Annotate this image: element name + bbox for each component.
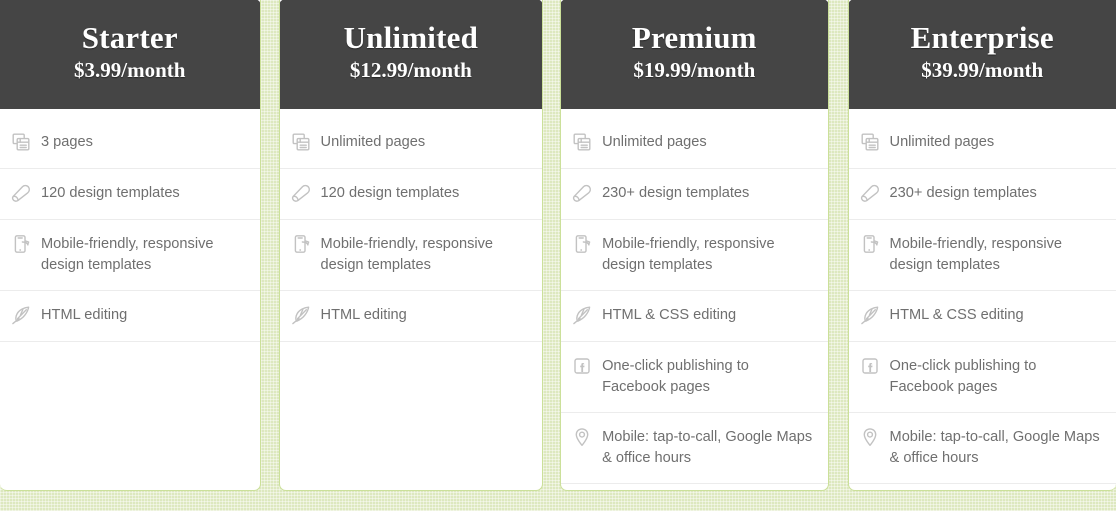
feature-row: Mobile-friendly, responsive design templ… [279, 220, 543, 291]
feature-row: One-click publishing to Facebook pages [561, 342, 828, 413]
plan-card: Enterprise $39.99/month Unlimited pages 230… [847, 0, 1116, 491]
mobile-responsive-icon [570, 232, 594, 256]
feature-label: Mobile-friendly, responsive design templ… [320, 236, 494, 273]
pricing-table: Starter $3.99/month 3 pages 120 design temp… [0, 0, 1116, 511]
feature-row: Mobile: tap-to-call, Google Maps & offic… [561, 413, 828, 484]
feature-row: 120 design templates [279, 169, 543, 220]
plan-feature-list: Unlimited pages 230+ design templates Mobi… [848, 109, 1116, 490]
feature-row: HTML & CSS editing [848, 291, 1116, 342]
plan-header: Starter $3.99/month [0, 0, 260, 109]
plan-header: Premium $19.99/month [561, 0, 828, 109]
plan-feature-list: Unlimited pages 120 design templates Mobil… [279, 109, 543, 490]
plan-card: Premium $19.99/month Unlimited pages 230+ d… [560, 0, 829, 491]
feature-row: HTML editing [279, 291, 543, 342]
pages-icon [289, 130, 313, 154]
facebook-icon [570, 354, 594, 378]
mobile-responsive-icon [9, 232, 33, 256]
pages-icon [570, 130, 594, 154]
feature-label: Mobile-friendly, responsive design templ… [889, 236, 1063, 273]
feature-label: Mobile-friendly, responsive design templ… [602, 236, 775, 273]
feature-label: HTML & CSS editing [602, 307, 737, 323]
quill-icon [570, 303, 594, 327]
plan-name: Starter [81, 20, 178, 56]
plan-price: $39.99/month [921, 57, 1044, 82]
feature-label: Mobile: tap-to-call, Google Maps & offic… [889, 429, 1100, 466]
feature-label: Unlimited pages [320, 134, 426, 150]
mobile-responsive-icon [858, 232, 882, 256]
feature-row: 120 design templates [0, 169, 260, 220]
feature-row: 3 pages [0, 118, 260, 169]
feature-label: Mobile-friendly, responsive design templ… [41, 236, 214, 273]
plan-name: Enterprise [910, 20, 1054, 56]
feature-row: Mobile-friendly, responsive design templ… [848, 220, 1116, 291]
map-pin-icon [570, 425, 594, 449]
feature-row: Mobile-friendly, responsive design templ… [0, 220, 260, 291]
feature-label: 120 design templates [41, 185, 180, 201]
map-pin-icon [858, 425, 882, 449]
mobile-responsive-icon [289, 232, 313, 256]
quill-icon [289, 303, 313, 327]
plan-price: $3.99/month [74, 57, 186, 82]
plan-card: Unlimited $12.99/month Unlimited pages 120 … [278, 0, 544, 491]
pages-icon [9, 130, 33, 154]
feature-label: HTML editing [320, 307, 407, 323]
feature-row: Mobile: tap-to-call, Google Maps & offic… [848, 413, 1116, 484]
feature-row: Mobile-friendly, responsive design templ… [561, 220, 828, 291]
design-templates-icon [289, 181, 313, 205]
plan-header: Enterprise $39.99/month [848, 0, 1116, 109]
feature-row: HTML editing [0, 291, 260, 342]
quill-icon [9, 303, 33, 327]
feature-row: Unlimited pages [561, 118, 828, 169]
feature-label: HTML & CSS editing [889, 307, 1024, 323]
plan-header: Unlimited $12.99/month [279, 0, 543, 109]
feature-label: Mobile: tap-to-call, Google Maps & offic… [602, 429, 813, 466]
feature-row: One-click publishing to Facebook pages [848, 342, 1116, 413]
feature-label: 3 pages [41, 134, 93, 150]
plan-price: $19.99/month [633, 57, 756, 82]
plan-name: Premium [631, 20, 757, 56]
feature-label: 120 design templates [320, 185, 460, 201]
plan-name: Unlimited [343, 20, 479, 56]
feature-label: 230+ design templates [602, 185, 750, 201]
pages-icon [858, 130, 882, 154]
plan-price: $12.99/month [349, 57, 472, 82]
feature-label: HTML editing [41, 307, 128, 323]
feature-label: One-click publishing to Facebook pages [889, 358, 1037, 395]
design-templates-icon [9, 181, 33, 205]
plan-feature-list: 3 pages 120 design templates Mobile-friend… [0, 109, 260, 490]
plan-card: Starter $3.99/month 3 pages 120 design temp… [0, 0, 261, 491]
design-templates-icon [858, 181, 882, 205]
feature-label: One-click publishing to Facebook pages [602, 358, 749, 395]
feature-row: Unlimited pages [279, 118, 543, 169]
feature-label: Unlimited pages [889, 134, 995, 150]
plan-feature-list: Unlimited pages 230+ design templates Mobi… [561, 109, 828, 490]
feature-row: 230+ design templates [848, 169, 1116, 220]
feature-row: 230+ design templates [561, 169, 828, 220]
facebook-icon [858, 354, 882, 378]
feature-row: Ecommerce enabled [849, 484, 1116, 490]
quill-icon [858, 303, 882, 327]
design-templates-icon [570, 181, 594, 205]
feature-row: Unlimited pages [848, 118, 1116, 169]
feature-row: HTML & CSS editing [561, 291, 828, 342]
feature-label: 230+ design templates [889, 185, 1037, 201]
feature-label: Unlimited pages [602, 134, 707, 150]
